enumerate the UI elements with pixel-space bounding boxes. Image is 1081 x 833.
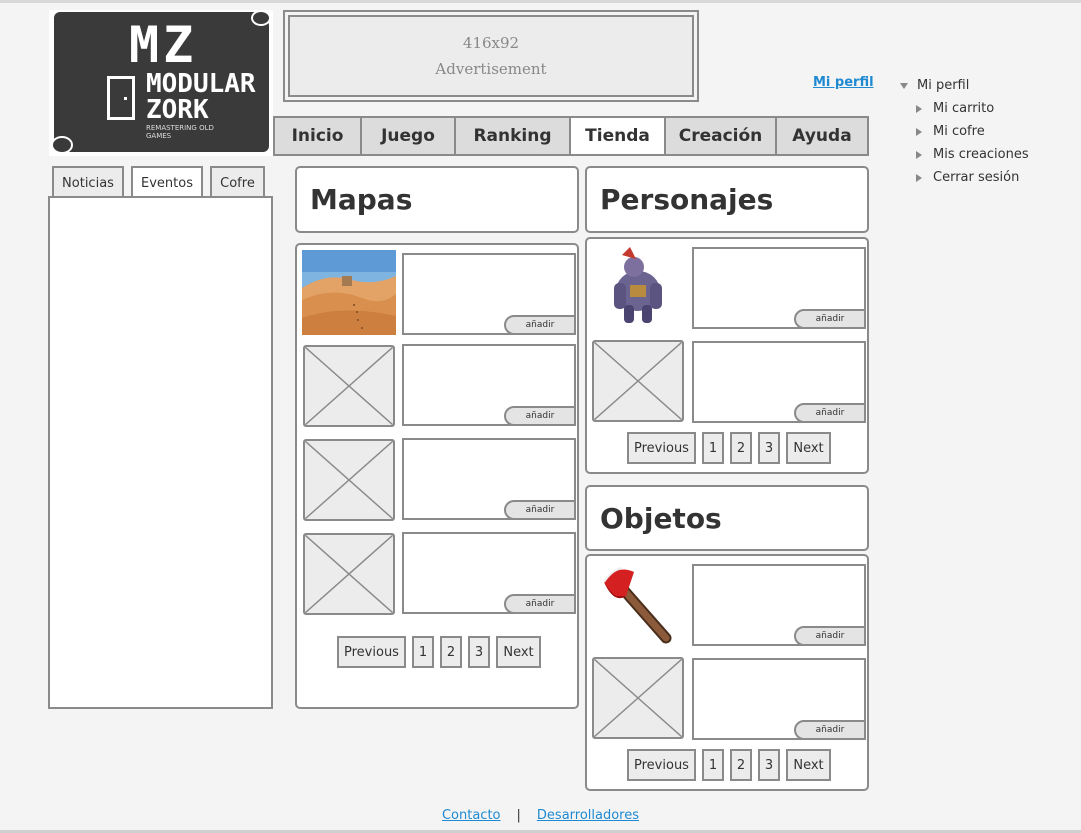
section-title-personajes: Personajes	[585, 166, 869, 233]
profile-link[interactable]: Mi perfil	[813, 75, 874, 90]
page-2-button[interactable]: 2	[440, 636, 462, 668]
logo-mz: MZ	[129, 16, 198, 74]
previous-button[interactable]: Previous	[337, 636, 406, 668]
site-logo[interactable]: MZ MODULAR ZORK REMASTERING OLD GAMES	[49, 10, 273, 156]
page-3-button[interactable]: 3	[758, 749, 780, 781]
page-2-button[interactable]: 2	[730, 432, 752, 464]
desert-map-image[interactable]	[302, 250, 396, 335]
page-2-button[interactable]: 2	[730, 749, 752, 781]
tree-item-label: Mi carrito	[933, 101, 995, 116]
image-placeholder	[303, 533, 395, 615]
footer: Contacto | Desarrolladores	[0, 808, 1081, 823]
left-tab-panel	[48, 196, 273, 709]
tree-item-cerrar-sesion[interactable]: Cerrar sesión	[900, 166, 1029, 189]
footer-separator: |	[516, 808, 521, 823]
tree-root-mi-perfil[interactable]: Mi perfil	[900, 74, 1029, 97]
previous-button[interactable]: Previous	[627, 432, 696, 464]
image-placeholder	[303, 439, 395, 521]
user-menu-tree: Mi perfil Mi carrito Mi cofre Mis creaci…	[900, 74, 1029, 189]
image-placeholder	[592, 340, 684, 422]
developers-link[interactable]: Desarrolladores	[537, 808, 639, 823]
advertisement-inner: 416x92 Advertisement	[288, 15, 694, 97]
object-card-1: añadir	[692, 564, 866, 646]
image-placeholder	[303, 345, 395, 427]
caret-right-icon	[916, 127, 922, 136]
page-3-button[interactable]: 3	[468, 636, 490, 668]
tree-item-label: Mis creaciones	[933, 147, 1029, 162]
add-button[interactable]: añadir	[504, 594, 576, 614]
character-card-1: añadir	[692, 247, 866, 329]
caret-right-icon	[916, 104, 922, 113]
mapas-pagination: Previous 1 2 3 Next	[337, 636, 541, 668]
mapas-list: añadir añadir añadir añadir Previous 1 2…	[295, 243, 579, 709]
add-button[interactable]: añadir	[504, 500, 576, 520]
page-1-button[interactable]: 1	[702, 432, 724, 464]
caret-right-icon	[916, 173, 922, 182]
page-1-button[interactable]: 1	[412, 636, 434, 668]
tab-creacion[interactable]: Creación	[666, 118, 777, 154]
personajes-pagination: Previous 1 2 3 Next	[627, 432, 831, 464]
advertisement-banner[interactable]: 416x92 Advertisement	[283, 10, 699, 102]
tree-item-mi-cofre[interactable]: Mi cofre	[900, 120, 1029, 143]
map-card-4: añadir	[402, 532, 576, 614]
objetos-list: añadir añadir Previous 1 2 3 Next	[585, 554, 869, 791]
tab-eventos[interactable]: Eventos	[131, 166, 203, 198]
object-card-2: añadir	[692, 658, 866, 740]
character-troll-image[interactable]	[592, 245, 684, 327]
tab-noticias[interactable]: Noticias	[52, 166, 124, 198]
page-1-button[interactable]: 1	[702, 749, 724, 781]
add-button[interactable]: añadir	[504, 315, 576, 335]
top-border	[0, 0, 1081, 3]
tab-ayuda[interactable]: Ayuda	[777, 118, 867, 154]
personajes-list: añadir añadir Previous 1 2 3 Next	[585, 237, 869, 474]
section-title-mapas: Mapas	[295, 166, 579, 233]
tree-item-label: Mi cofre	[933, 124, 985, 139]
ad-label: Advertisement	[435, 60, 547, 78]
ad-size: 416x92	[462, 34, 520, 52]
tree-item-mis-creaciones[interactable]: Mis creaciones	[900, 143, 1029, 166]
tab-inicio[interactable]: Inicio	[275, 118, 362, 154]
logo-word-modular: MODULAR	[146, 69, 256, 99]
logo-tagline: REMASTERING OLD GAMES	[146, 124, 214, 140]
tab-tienda[interactable]: Tienda	[571, 118, 666, 154]
next-button[interactable]: Next	[496, 636, 541, 668]
caret-down-icon	[900, 82, 908, 89]
previous-button[interactable]: Previous	[627, 749, 696, 781]
logo-curl-left	[51, 136, 73, 154]
next-button[interactable]: Next	[786, 749, 831, 781]
map-card-1: añadir	[402, 253, 576, 335]
tree-root-label: Mi perfil	[917, 78, 970, 93]
logo-word-zork: ZORK	[146, 95, 209, 125]
image-placeholder	[592, 657, 684, 739]
logo-curl-right	[251, 10, 271, 26]
tree-item-mi-carrito[interactable]: Mi carrito	[900, 97, 1029, 120]
section-title-objetos: Objetos	[585, 485, 869, 551]
tab-ranking[interactable]: Ranking	[456, 118, 571, 154]
axe-item-image[interactable]	[592, 562, 684, 644]
main-nav: Inicio Juego Ranking Tienda Creación Ayu…	[273, 116, 869, 156]
add-button[interactable]: añadir	[794, 403, 866, 423]
page-3-button[interactable]: 3	[758, 432, 780, 464]
tree-item-label: Cerrar sesión	[933, 170, 1020, 185]
character-card-2: añadir	[692, 341, 866, 423]
tab-juego[interactable]: Juego	[362, 118, 456, 154]
add-button[interactable]: añadir	[794, 720, 866, 740]
add-button[interactable]: añadir	[794, 309, 866, 329]
next-button[interactable]: Next	[786, 432, 831, 464]
tab-cofre[interactable]: Cofre	[210, 166, 265, 198]
objetos-pagination: Previous 1 2 3 Next	[627, 749, 831, 781]
map-card-3: añadir	[402, 438, 576, 520]
add-button[interactable]: añadir	[504, 406, 576, 426]
caret-right-icon	[916, 150, 922, 159]
map-card-2: añadir	[402, 344, 576, 426]
contact-link[interactable]: Contacto	[442, 808, 501, 823]
door-icon	[107, 76, 135, 120]
add-button[interactable]: añadir	[794, 626, 866, 646]
